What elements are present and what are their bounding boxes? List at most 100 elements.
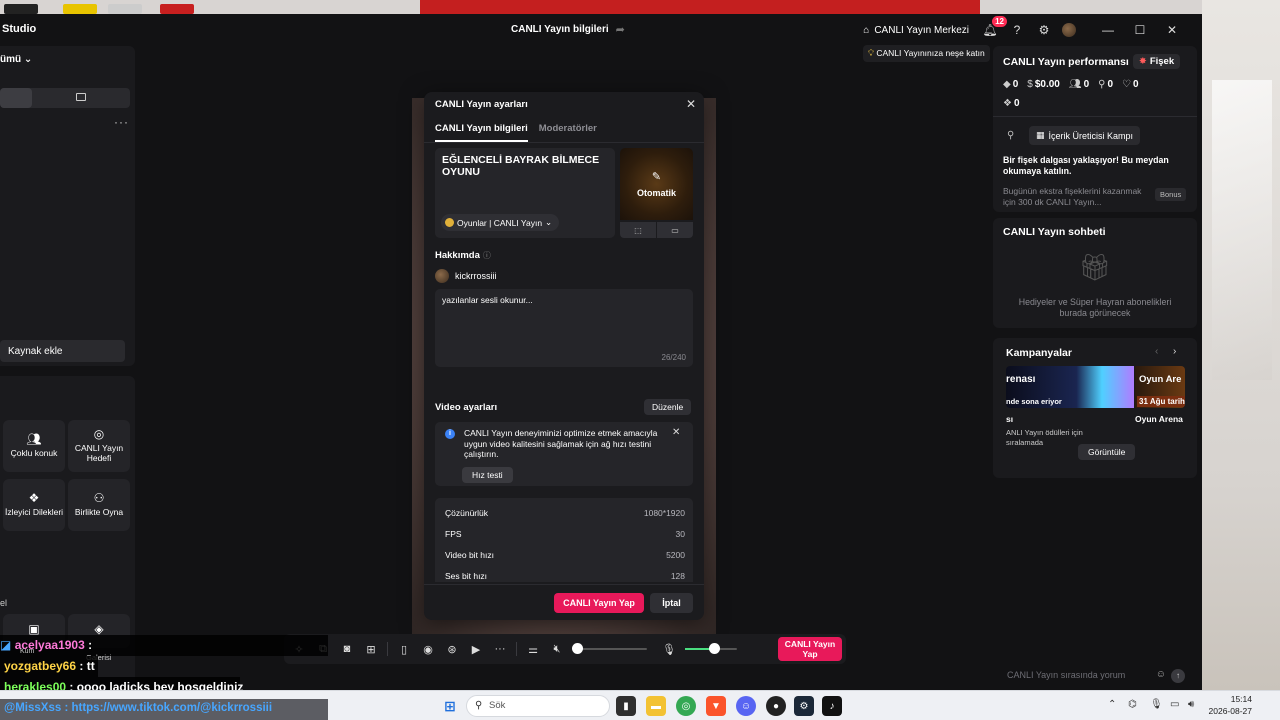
microphone-icon[interactable]: 🎙︎ [1150, 699, 1163, 710]
live-settings-dialog: CANLI Yayın ayarları ✕ CANLI Yayın bilgi… [424, 92, 704, 620]
screen-capture-icon[interactable]: ⊞ [359, 643, 383, 656]
scene-dropdown[interactable]: ümü ⌄ [0, 54, 32, 65]
close-icon[interactable]: ✕ [672, 427, 680, 438]
avatar[interactable] [1062, 23, 1076, 37]
campaign-banner-left[interactable]: renası nde sona eriyor [1006, 366, 1134, 408]
obs-icon[interactable]: ● [766, 696, 786, 716]
speed-test-button[interactable]: Hız testi [462, 467, 513, 483]
record-icon[interactable]: ◉ [416, 643, 440, 656]
steam-icon[interactable]: ⚙ [794, 696, 814, 716]
next-icon[interactable]: › [1173, 346, 1176, 357]
prev-icon[interactable]: ‹ [1155, 346, 1158, 357]
volume-slider[interactable] [571, 643, 647, 654]
video-icon[interactable]: ▶ [464, 643, 488, 656]
live-center-label: CANLI Yayın Merkezi [874, 24, 969, 36]
gift-icon: ❖ [28, 491, 40, 505]
minimize-button[interactable]: — [1092, 20, 1124, 40]
user-icon[interactable]: ⚲ [1007, 130, 1014, 141]
go-live-button[interactable]: CANLI Yayın Yap [554, 593, 644, 613]
mic-knob[interactable] [708, 643, 720, 654]
chat-input[interactable]: CANLI Yayın sırasında yorum ☺ ↑ [999, 669, 1191, 686]
discord-icon[interactable]: ☺ [736, 696, 756, 716]
partial-label: el [0, 598, 8, 608]
video-settings-header: Video ayarları [435, 402, 498, 413]
viewer-wishes-button[interactable]: ❖ İzleyici Dilekleri [3, 479, 65, 531]
window-title: CANLI Yayın bilgileri ➦ [511, 23, 625, 36]
taskbar-search[interactable]: ⚲ Sök [466, 695, 610, 717]
category-icon [445, 218, 454, 227]
category-label: Oyunlar | CANLI Yayın [457, 217, 543, 228]
cover-image[interactable]: ✎ Otomatik [620, 148, 693, 220]
followers-stat: ⚲ 0 [1098, 79, 1114, 90]
chrome-icon[interactable]: ◎ [676, 696, 696, 716]
video-specs: Çözünürlük 1080*1920 FPS 30 Video bit hızı… [435, 498, 693, 582]
maximize-button[interactable]: ☐ [1124, 20, 1156, 40]
more-icon[interactable]: ··· [488, 643, 512, 655]
brave-icon[interactable]: ▼ [706, 696, 726, 716]
desktop-right-area [1202, 0, 1280, 690]
microphone-icon[interactable]: 🎙︎ [657, 643, 681, 656]
target-icon: ◎ [93, 427, 105, 441]
dialog-tabs: CANLI Yayın bilgileri Moderatörler [435, 123, 597, 142]
close-window-button[interactable]: ✕ [1156, 20, 1188, 40]
go-live-pill-button[interactable]: CANLI Yayın Yap [778, 637, 842, 661]
live-goal-button[interactable]: ◎ CANLI Yayın Hedefi [68, 420, 130, 472]
emoji-icon[interactable]: ☺ [1156, 669, 1166, 680]
file-explorer-icon[interactable]: ▬ [646, 696, 666, 716]
tiktok-live-studio-icon[interactable]: ♪ [822, 696, 842, 716]
send-icon[interactable]: ↑ [1171, 669, 1185, 683]
bio-textarea[interactable]: yazılanlar sesli okunur... 26/240 [435, 289, 693, 367]
task-view-icon[interactable]: ▮ [616, 696, 636, 716]
add-source-button[interactable]: Kaynak ekle [0, 340, 125, 362]
network-icon[interactable]: ⌬ [1128, 699, 1137, 710]
close-icon[interactable]: ✕ [686, 97, 696, 111]
share-icon[interactable]: ➦ [616, 23, 625, 36]
clock[interactable]: 15:14 2026-08-27 [1208, 693, 1252, 717]
notifications-button[interactable]: 🔔︎ 12 [981, 16, 1007, 39]
view-campaign-button[interactable]: Görüntüle [1078, 444, 1136, 460]
landscape-icon[interactable] [76, 93, 86, 101]
diamond-icon: ◆ [1003, 79, 1011, 90]
cancel-button[interactable]: İptal [650, 593, 693, 613]
display-icon[interactable]: ▭ [1170, 699, 1179, 710]
tab-live-info[interactable]: CANLI Yayın bilgileri [435, 123, 528, 142]
chat-badge-icon: ◪ [0, 638, 12, 652]
select-cover-icon[interactable]: ⬚ [620, 222, 656, 238]
speaker-muted-icon[interactable]: 🔇︎ [545, 643, 569, 656]
live-center-button[interactable]: ⌂ CANLI Yayın Merkezi [863, 25, 969, 36]
gift-icon: ❖ [1003, 98, 1012, 109]
help-icon[interactable]: ⓘ [483, 251, 491, 260]
stream-title-field[interactable]: EĞLENCELİ BAYRAK BİLMECE OYUNU Oyunlar |… [435, 148, 615, 238]
desktop-wallpaper-strip [420, 0, 980, 14]
mixer-icon[interactable]: ⚌ [521, 643, 545, 656]
campaign-name: Oyun Arena [1135, 414, 1183, 424]
upload-image-icon[interactable]: ▭ [657, 222, 693, 238]
help-icon[interactable]: ? [1008, 21, 1026, 39]
search-placeholder: Sök [489, 700, 506, 711]
edit-button[interactable]: Düzenle [644, 399, 692, 415]
portrait-option[interactable] [0, 88, 32, 108]
more-options-icon[interactable]: ··· [114, 115, 129, 129]
performance-card: CANLI Yayın performansı ✸ Fişek ◆ 0 $ $0.00… [993, 46, 1197, 212]
tab-moderators[interactable]: Moderatörler [539, 123, 597, 142]
chevron-up-icon[interactable]: ⌃ [1108, 699, 1116, 710]
speaker-icon[interactable]: 🔊︎ [1188, 699, 1194, 710]
orientation-toggle[interactable] [0, 88, 130, 108]
volume-knob[interactable] [571, 643, 583, 654]
fisek-badge[interactable]: ✸ Fişek [1132, 54, 1181, 69]
chevron-down-icon: ⌄ [545, 217, 553, 227]
campaign-banner-right[interactable]: Oyun Are 31 Ağu tarihi [1135, 366, 1185, 408]
play-together-button[interactable]: ⚇ Birlikte Oyna [68, 479, 130, 531]
settings-gear-icon[interactable]: ⚙ [1035, 21, 1053, 39]
windows-start-icon[interactable]: ⊞ [440, 696, 460, 716]
mic-slider[interactable] [685, 643, 737, 654]
tip-banner[interactable]: 💡︎ CANLI Yayınınıza neşe katın [863, 45, 990, 62]
creator-camp-button[interactable]: ▦ İçerik Üreticisi Kampı [1029, 126, 1141, 145]
category-dropdown[interactable]: Oyunlar | CANLI Yayın ⌄ [441, 214, 560, 231]
camp-icon: ▦ [1036, 130, 1045, 140]
camera-icon[interactable]: ◙ [335, 643, 359, 655]
multi-guest-button[interactable]: 👥︎ Çoklu konuk [3, 420, 65, 472]
diamond-stat: ◆ 0 [1003, 79, 1019, 90]
effects-icon[interactable]: ⊛ [440, 643, 464, 656]
phone-icon[interactable]: ▯ [392, 643, 416, 656]
